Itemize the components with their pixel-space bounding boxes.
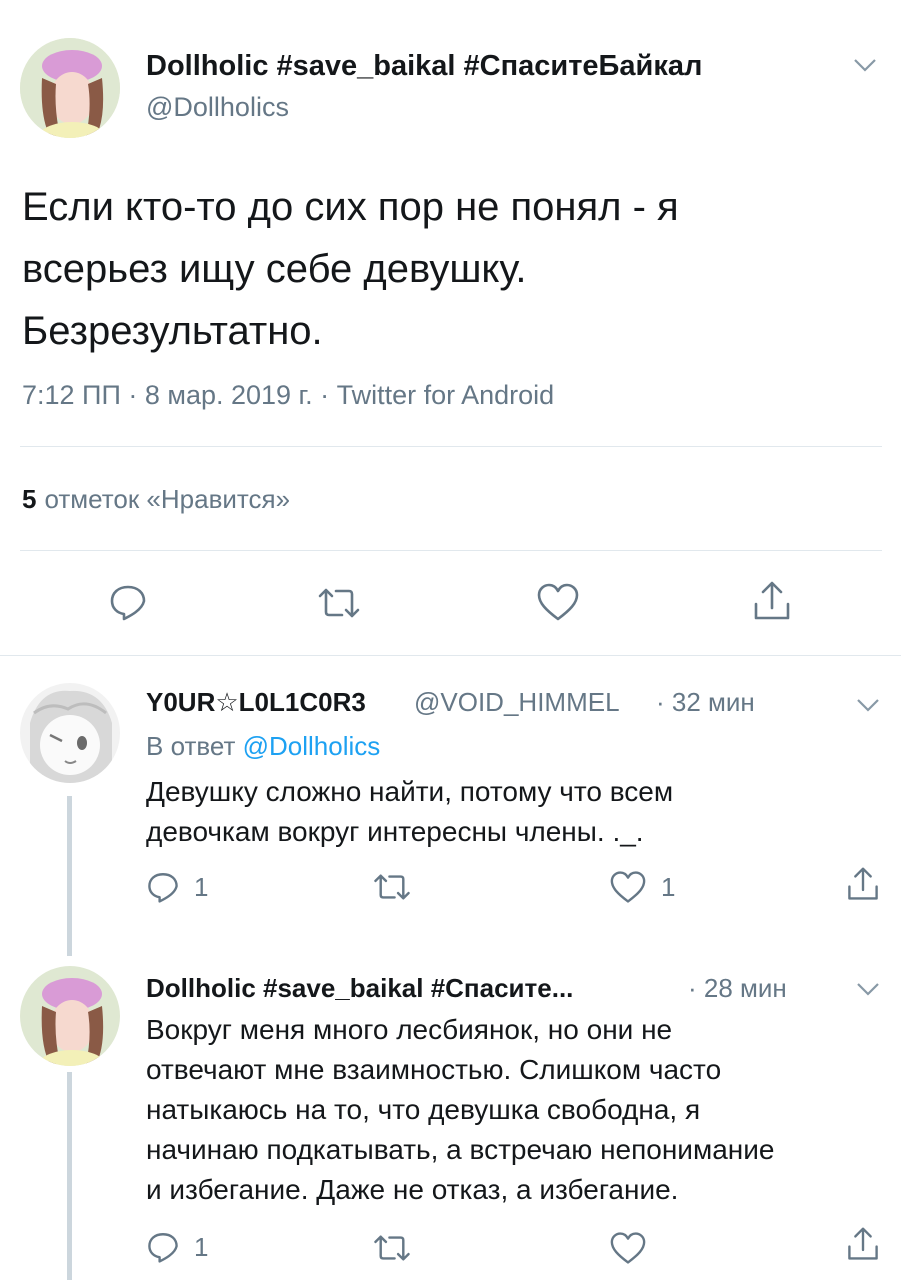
main-tweet: Dollholic #save_baikal #СпаситеБайкал @D…	[0, 0, 901, 655]
timestamp[interactable]: · 28 мин	[688, 973, 787, 1004]
likes-summary[interactable]: 5 отметок «Нравится»	[22, 484, 290, 515]
likes-label: отметок «Нравится»	[44, 484, 291, 514]
avatar[interactable]	[20, 683, 120, 783]
divider	[20, 446, 882, 447]
tweet-text-line: девочкам вокруг интересны члены. ._.	[146, 816, 644, 847]
tweet-text-line: всерьез ищу себе девушку.	[22, 247, 527, 291]
reply-button[interactable]: 1	[146, 870, 208, 904]
tweet-text: Девушку сложно найти, потому что всем де…	[146, 772, 866, 852]
retweet-button[interactable]	[372, 872, 412, 902]
display-name[interactable]: Y0UR☆L0L1C0R3	[146, 687, 366, 718]
reply-to: В ответ @Dollholics	[146, 731, 380, 762]
thread-line	[67, 1072, 72, 1280]
share-icon	[848, 1227, 878, 1260]
heart-icon	[610, 871, 646, 903]
avatar[interactable]	[20, 966, 120, 1066]
retweet-icon	[318, 588, 360, 618]
tweet-text-line: начинаю подкатывать, а встречаю непонима…	[146, 1134, 775, 1165]
share-button[interactable]	[846, 1226, 880, 1262]
tweet-text: Если кто-то до сих пор не понял - я всер…	[22, 176, 882, 362]
reply-button[interactable]	[108, 582, 148, 622]
share-icon	[754, 581, 790, 620]
reply-to-label: В ответ	[146, 731, 236, 761]
like-button[interactable]	[609, 1231, 647, 1265]
likes-count: 5	[22, 484, 37, 514]
mention-link[interactable]: @Dollholics	[243, 731, 381, 761]
retweet-button[interactable]	[372, 1233, 412, 1263]
avatar[interactable]	[20, 38, 120, 138]
retweet-icon	[374, 874, 410, 900]
thread-line	[67, 796, 72, 956]
like-button[interactable]: 1	[609, 870, 675, 904]
like-button[interactable]	[536, 582, 580, 622]
heart-icon	[610, 1232, 646, 1264]
reply-icon	[148, 873, 178, 903]
tweet-meta: 7:12 ПП · 8 мар. 2019 г. · Twitter for A…	[22, 380, 555, 410]
timestamp[interactable]: · 32 мин	[656, 687, 755, 718]
like-count: 1	[661, 871, 676, 902]
chevron-down-icon[interactable]	[855, 696, 881, 714]
user-handle[interactable]: @Dollholics	[146, 92, 289, 123]
chevron-down-icon[interactable]	[852, 56, 878, 74]
share-icon	[848, 867, 878, 900]
divider	[20, 550, 882, 551]
tweet-text-line: отвечают мне взаимностью. Слишком часто	[146, 1054, 722, 1085]
tweet-text: Вокруг меня много лесбиянок, но они не о…	[146, 1010, 886, 1210]
display-name[interactable]: Dollholic #save_baikal #СпаситеБайкал	[146, 50, 702, 83]
reply-button[interactable]: 1	[146, 1230, 208, 1264]
tweet-text-line: Если кто-то до сих пор не понял - я	[22, 185, 679, 229]
reply-icon	[148, 1233, 178, 1263]
tweet-text-line: Вокруг меня много лесбиянок, но они не	[146, 1014, 673, 1045]
retweet-icon	[374, 1235, 410, 1261]
reply-count: 1	[194, 871, 209, 902]
share-button[interactable]	[846, 866, 880, 902]
display-name[interactable]: Dollholic #save_baikal #Спасите...	[146, 973, 573, 1004]
user-handle[interactable]: @VOID_HIMMEL	[414, 687, 620, 718]
tweet-text-line: Безрезультатно.	[22, 309, 323, 353]
chevron-down-icon[interactable]	[855, 980, 881, 998]
share-button[interactable]	[752, 580, 792, 622]
tweet-text-line: натыкаюсь на то, что девушка свободна, я	[146, 1094, 701, 1125]
reply-icon	[110, 585, 146, 621]
heart-icon	[537, 583, 579, 621]
tweet-text-line: и избегание. Даже не отказ, а избегание.	[146, 1174, 679, 1205]
tweet-text-line: Девушку сложно найти, потому что всем	[146, 776, 674, 807]
divider	[0, 655, 901, 656]
retweet-button[interactable]	[316, 586, 362, 620]
reply-count: 1	[194, 1231, 209, 1262]
